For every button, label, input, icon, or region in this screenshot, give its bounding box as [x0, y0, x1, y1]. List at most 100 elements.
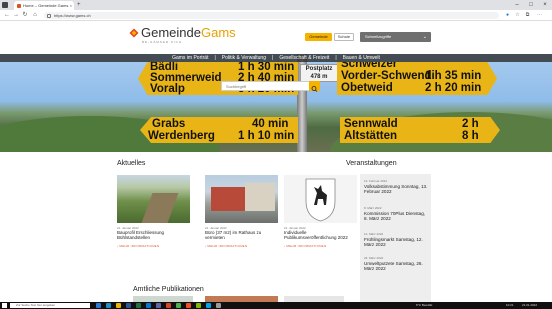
news-more-link[interactable]: › MEHR INFORMATIONEN [117, 244, 190, 248]
gemeinde-button[interactable]: Gemeinde [305, 33, 332, 41]
close-window-button[interactable]: × [538, 0, 552, 10]
news-more-link[interactable]: › MEHR INFORMATIONEN [284, 244, 357, 248]
news-more-link[interactable]: › MEHR INFORMATIONEN [205, 244, 278, 248]
search-button[interactable] [309, 81, 320, 92]
aktuelles-heading: Aktuelles [117, 160, 146, 167]
window-menu-icon[interactable] [2, 2, 8, 8]
explorer-icon[interactable] [116, 303, 121, 308]
location-plate: Postplatz 478 m [300, 64, 338, 82]
browser-tab-bar: Home – Gemeinde Gams × + – □ × [0, 0, 552, 10]
store-icon[interactable] [186, 303, 191, 308]
excel-icon[interactable] [136, 303, 141, 308]
news-image [284, 175, 357, 223]
task-view-icon[interactable] [96, 303, 101, 308]
app-icon[interactable] [206, 303, 211, 308]
extension-icon[interactable]: ● [504, 12, 511, 19]
tab-close-icon[interactable]: × [70, 1, 72, 10]
nav-item-gesellschaft[interactable]: Gesellschaft & Freizeit [276, 55, 332, 61]
outlook-icon[interactable] [146, 303, 151, 308]
windows-taskbar: Zur Suche Text hier eingeben 6°C Bewölkt… [0, 302, 552, 309]
site-header [0, 21, 552, 54]
site-favicon-icon [17, 3, 21, 8]
reload-button[interactable]: ↻ [21, 11, 29, 20]
event-item[interactable]: 8. März 2022 Kommission 70Plus Dienstag,… [364, 206, 430, 222]
app-icon[interactable] [176, 303, 181, 308]
site-brand[interactable]: GemeindeGams [141, 25, 236, 40]
chevron-down-icon: ⌄ [422, 34, 427, 40]
sign-time: 2 h 20 min [425, 82, 482, 94]
building-shape [211, 187, 245, 211]
location-altitude: 478 m [310, 74, 328, 80]
news-image [205, 175, 278, 223]
quicklinks-select[interactable]: Schnellzugriffe ⌄ [360, 32, 431, 42]
news-card[interactable]: 21. Januar 2022 Individuelle Publikumsve… [284, 175, 357, 248]
maximize-button[interactable]: □ [524, 0, 538, 10]
gams-logo-icon [129, 28, 139, 38]
news-image [117, 175, 190, 223]
sign-destination: Vorder-Schwendi [341, 70, 435, 82]
news-title: Individuelle Publikumsveröffentlichung 2… [284, 230, 348, 240]
sign-destination: Altstätten [344, 130, 398, 142]
teams-icon[interactable] [156, 303, 161, 308]
search-input[interactable] [222, 82, 310, 90]
event-date: 13. Februar 2022 [364, 179, 388, 183]
back-button[interactable]: ← [3, 11, 11, 20]
powerpoint-icon[interactable] [166, 303, 171, 308]
events-panel: 13. Februar 2022 Volksabstimmung Sonntag… [360, 174, 431, 305]
main-navigation: Gams im Porträt | Politik & Verwaltung | Ges… [0, 54, 552, 62]
event-item[interactable]: 26. März 2022 Umweltputzete Samstag, 26.… [364, 256, 430, 272]
brand-part2: Gams [200, 25, 236, 40]
sign-time: 1 h 35 min [425, 70, 482, 82]
location-name: Postplatz [305, 66, 333, 72]
forward-button[interactable]: → [12, 11, 20, 20]
site-search [221, 81, 320, 92]
app-icon[interactable] [196, 303, 201, 308]
nav-item-politik[interactable]: Politik & Verwaltung [219, 55, 269, 61]
address-bar-row: ← → ↻ ⌂ https://www.gams.ch ● ☆ ⧉ ⋯ [0, 10, 552, 21]
event-title: Kommission 70Plus Dienstag, 8. März 2022 [364, 211, 426, 222]
weather-status[interactable]: 6°C Bewölkt [416, 302, 432, 309]
url-field[interactable]: https://www.gams.ch [44, 12, 499, 19]
minimize-button[interactable]: – [510, 0, 524, 10]
event-title: Volksabstimmung Sonntag, 13. Februar 202… [364, 184, 428, 195]
windows-start-icon[interactable] [2, 303, 7, 308]
event-date: 8. März 2022 [364, 206, 382, 210]
taskbar-time[interactable]: 10:21 [506, 302, 514, 309]
nav-item-portrait[interactable]: Gams im Porträt [169, 55, 211, 61]
news-title: Bauprofil Erschliessung Bühlstandstellen [117, 230, 165, 240]
sign-destination: Obetweid [341, 82, 393, 94]
building-shape [245, 183, 275, 211]
news-card[interactable]: 21. Januar 2022 Büro (37 m2) im Rathaus … [205, 175, 278, 248]
sign-upper-right: Schweizer Vorder-Schwendi Obetweid 1 h 3… [337, 62, 497, 95]
schule-button[interactable]: Schule [334, 33, 354, 41]
edge-icon[interactable] [106, 303, 111, 308]
settings-menu-icon[interactable]: ⋯ [536, 12, 543, 19]
event-date: 12. März 2022 [364, 232, 384, 236]
home-icon[interactable]: ⌂ [31, 11, 39, 20]
event-item[interactable]: 13. Februar 2022 Volksabstimmung Sonntag… [364, 179, 430, 195]
sign-destination: Voralp [150, 83, 185, 95]
coat-of-arms-icon [305, 178, 336, 222]
new-tab-button[interactable]: + [77, 1, 81, 9]
sign-time: 40 min [252, 118, 289, 130]
taskbar-date[interactable]: 21.01.2022 [522, 302, 537, 309]
veranstaltungen-heading: Veranstaltungen [346, 160, 397, 167]
event-item[interactable]: 12. März 2022 Frühlingsmarkt Samstag, 12… [364, 232, 430, 248]
browser-tab[interactable]: Home – Gemeinde Gams × [14, 1, 74, 10]
publikationen-heading: Amtliche Publikationen [133, 286, 204, 293]
taskbar-search[interactable]: Zur Suche Text hier eingeben [10, 303, 90, 308]
nav-item-bauen[interactable]: Bauen & Umwelt [340, 55, 383, 61]
sign-time: 8 h [462, 130, 479, 142]
nav-separator: | [214, 55, 216, 61]
news-card[interactable]: 21. Januar 2022 Bauprofil Erschliessung … [117, 175, 190, 248]
app-icon[interactable] [216, 303, 221, 308]
favorites-star-icon[interactable]: ☆ [514, 12, 521, 19]
event-title: Umweltputzete Samstag, 26. März 2022 [364, 261, 423, 272]
sign-time: 2 h [462, 118, 479, 130]
sign-lower-right: Sennwald Altstätten 2 h 8 h [340, 117, 500, 143]
word-icon[interactable] [126, 303, 131, 308]
collections-icon[interactable]: ⧉ [524, 12, 531, 19]
sign-time: 1 h 10 min [238, 130, 295, 142]
taskbar-search-placeholder: Zur Suche Text hier eingeben [16, 303, 56, 307]
sign-lower-left: Grabs Werdenberg 40 min 1 h 10 min [140, 117, 298, 143]
